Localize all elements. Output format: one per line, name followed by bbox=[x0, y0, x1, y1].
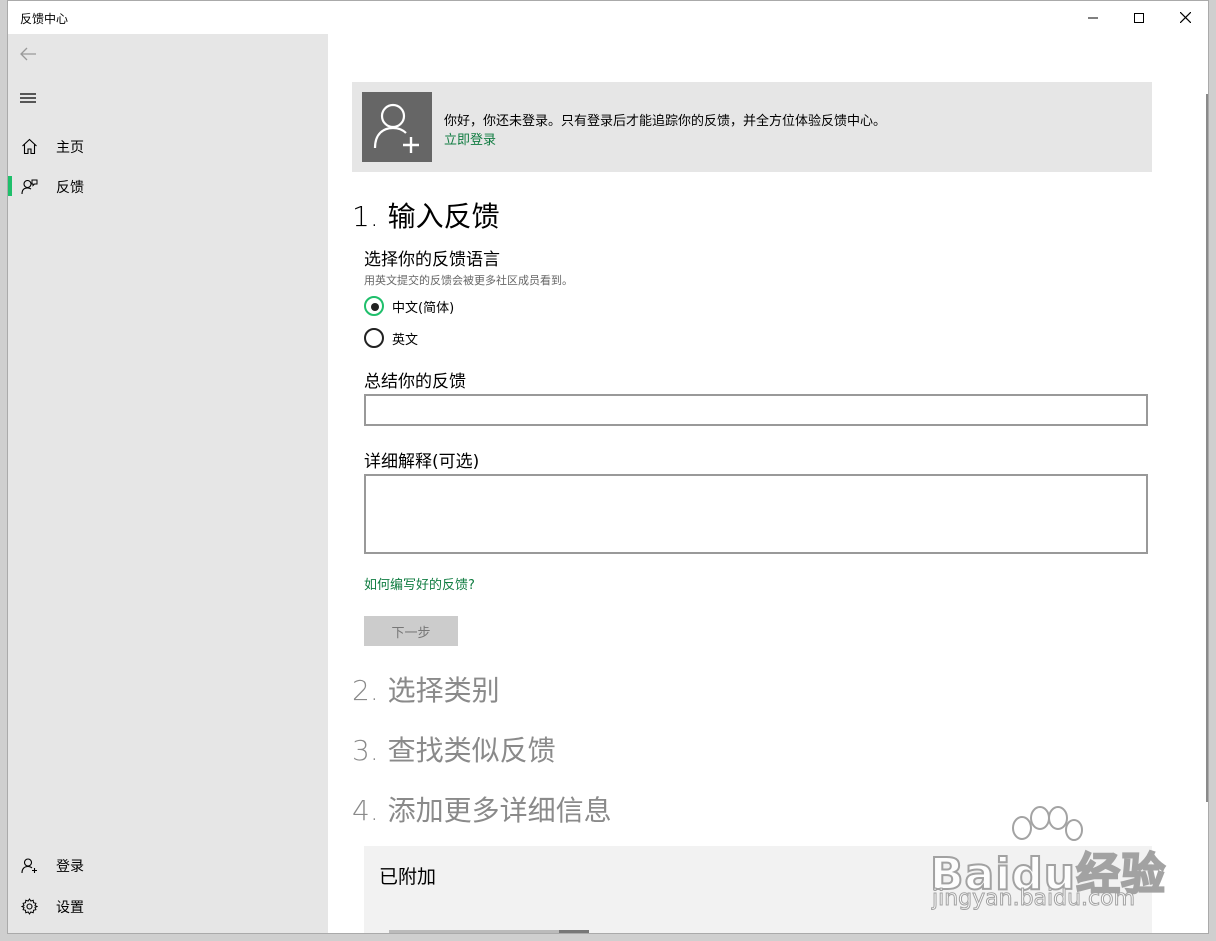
sidebar: 主页 反馈 登录 设置 bbox=[8, 34, 328, 933]
radio-label: 中文(简体) bbox=[392, 301, 455, 316]
hamburger-icon bbox=[20, 93, 36, 103]
signin-now-link[interactable]: 立即登录 bbox=[444, 129, 496, 148]
person-add-icon bbox=[373, 103, 419, 153]
summary-input[interactable] bbox=[364, 394, 1148, 426]
help-link[interactable]: 如何编写好的反馈? bbox=[364, 574, 475, 593]
radio-english[interactable]: 英文 bbox=[364, 327, 524, 349]
close-button[interactable] bbox=[1162, 1, 1208, 34]
avatar bbox=[362, 92, 432, 162]
attachments-scroll-thumb[interactable] bbox=[559, 930, 589, 933]
feedback-icon bbox=[21, 179, 38, 195]
signin-message: 你好，你还未登录。只有登录后才能追踪你的反馈，并全方位体验反馈中心。 bbox=[444, 114, 887, 129]
maximize-icon bbox=[1134, 12, 1144, 23]
close-icon bbox=[1179, 12, 1191, 23]
sidebar-item-feedback[interactable]: 反馈 bbox=[8, 166, 328, 206]
sidebar-item-label: 主页 bbox=[56, 140, 84, 156]
minimize-button[interactable] bbox=[1070, 1, 1116, 34]
details-label: 详细解释(可选) bbox=[364, 452, 480, 472]
maximize-button[interactable] bbox=[1116, 1, 1162, 34]
app-title: 反馈中心 bbox=[20, 12, 69, 26]
sidebar-item-label: 设置 bbox=[56, 900, 84, 916]
back-button[interactable] bbox=[8, 34, 48, 74]
summary-label: 总结你的反馈 bbox=[364, 372, 466, 392]
language-hint: 用英文提交的反馈会被更多社区成员看到。 bbox=[364, 274, 573, 287]
sidebar-item-home[interactable]: 主页 bbox=[8, 126, 328, 166]
watermark: Baidu经验 jingyan.baidu.com bbox=[929, 806, 1166, 920]
radio-label: 英文 bbox=[392, 333, 419, 348]
main-content: 你好，你还未登录。只有登录后才能追踪你的反馈，并全方位体验反馈中心。 立即登录 … bbox=[328, 34, 1208, 933]
vertical-scrollbar[interactable] bbox=[1206, 94, 1208, 802]
minimize-icon bbox=[1088, 17, 1098, 18]
step-3-heading[interactable]: 3. 查找类似反馈 bbox=[352, 729, 556, 769]
sidebar-item-settings[interactable]: 设置 bbox=[8, 886, 328, 926]
sidebar-item-signin[interactable]: 登录 bbox=[8, 845, 328, 885]
radio-checked-icon bbox=[364, 296, 384, 316]
watermark-url: jingyan.baidu.com bbox=[931, 886, 1136, 912]
next-button[interactable]: 下一步 bbox=[364, 616, 458, 646]
feedback-hub-window: 反馈中心 主页 反馈 登录 设置 你好，你还未登录。只有登录后才能追踪你的反馈，… bbox=[7, 0, 1209, 934]
signin-banner: 你好，你还未登录。只有登录后才能追踪你的反馈，并全方位体验反馈中心。 立即登录 bbox=[352, 82, 1152, 172]
selection-indicator bbox=[8, 176, 12, 196]
gear-icon bbox=[21, 898, 38, 915]
title-bar: 反馈中心 bbox=[8, 1, 1208, 34]
details-textarea[interactable] bbox=[364, 474, 1148, 554]
language-label: 选择你的反馈语言 bbox=[364, 250, 500, 270]
step-2-heading[interactable]: 2. 选择类别 bbox=[352, 669, 500, 709]
menu-button[interactable] bbox=[8, 78, 48, 118]
radio-chinese[interactable]: 中文(简体) bbox=[364, 295, 524, 317]
back-arrow-icon bbox=[20, 47, 36, 61]
radio-unchecked-icon bbox=[364, 328, 384, 348]
sidebar-item-label: 登录 bbox=[56, 859, 84, 875]
person-add-icon bbox=[21, 858, 37, 874]
home-icon bbox=[22, 138, 37, 155]
step-1-heading: 1. 输入反馈 bbox=[352, 200, 500, 233]
attachments-title: 已附加 bbox=[379, 866, 437, 888]
step-4-heading[interactable]: 4. 添加更多详细信息 bbox=[352, 789, 612, 829]
sidebar-item-label: 反馈 bbox=[56, 180, 84, 196]
